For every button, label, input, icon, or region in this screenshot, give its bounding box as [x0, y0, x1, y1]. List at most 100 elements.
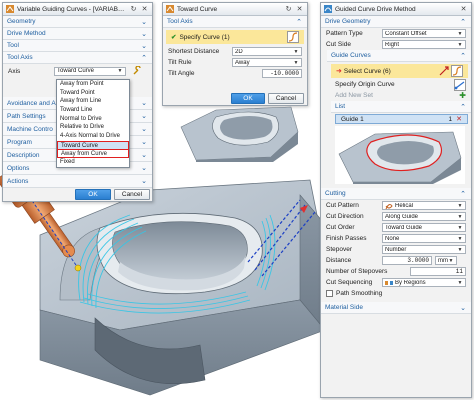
axis-option[interactable]: Away from Curve	[57, 149, 129, 159]
dialog-titlebar: Toward Curve ↻ ✕	[163, 3, 307, 16]
ok-button[interactable]: OK	[75, 189, 111, 200]
cutting-row-select[interactable]: Helical ▼	[382, 201, 466, 210]
reverse-direction-icon[interactable]	[439, 66, 449, 76]
helical-icon	[385, 203, 393, 209]
add-new-set-label: Add New Set	[335, 92, 373, 99]
add-new-set-row[interactable]: Add New Set ✚	[321, 90, 471, 101]
pattern-type-select[interactable]: Constant Offset ▼	[382, 29, 466, 38]
group-list[interactable]: List ⌃	[331, 101, 471, 113]
number-of-stepovers-input[interactable]: 11	[410, 267, 466, 276]
specify-origin-row[interactable]: Specify Origin Curve	[321, 78, 471, 91]
group-drive-geometry[interactable]: Drive Geometry ⌃	[321, 16, 471, 28]
dialog-titlebar: Variable Guiding Curves - [VARIABLE_... …	[3, 3, 152, 16]
curve-select-icon[interactable]	[287, 31, 299, 43]
group-geometry[interactable]: Geometry ⌄	[3, 16, 152, 28]
list-item-guide-1[interactable]: Guide 1 1 ✕	[335, 114, 468, 124]
dialog-title: Guided Curve Drive Method	[335, 5, 416, 13]
shortest-distance-select[interactable]: 2D ▼	[232, 47, 302, 56]
path-smoothing-row[interactable]: Path Smoothing	[321, 288, 471, 299]
dialog-titlebar: Guided Curve Drive Method ✕	[321, 3, 471, 16]
specify-curve-row[interactable]: ✔ Specify Curve (1)	[166, 30, 304, 44]
dropdown-arrow-icon: ▼	[117, 68, 123, 74]
axis-row: Axis Toward Curve ▼	[3, 64, 152, 78]
cutting-row-select[interactable]: Toward Guide ▼	[382, 223, 466, 232]
cutting-row: Cut Order Toward Guide ▼	[321, 222, 471, 233]
group-tool-axis[interactable]: Tool Axis ⌃	[3, 52, 152, 64]
close-icon[interactable]: ✕	[295, 5, 304, 14]
guided-curve-drive-method-dialog: Guided Curve Drive Method ✕ Drive Geomet…	[320, 2, 472, 398]
cutting-row-select[interactable]: Number ▼	[382, 245, 466, 254]
axis-option[interactable]: Toward Line	[57, 106, 129, 115]
cut-sequencing-select[interactable]: By Regions ▼	[382, 278, 466, 287]
cutting-row: Cut Direction Along Guide ▼	[321, 211, 471, 222]
cutting-row-label: Finish Passes	[326, 235, 367, 242]
distance-unit-select[interactable]: mm ▼	[435, 256, 457, 265]
select-curve-row[interactable]: ➜ Select Curve (6)	[331, 64, 468, 78]
axis-option[interactable]: Relative to Drive	[57, 123, 129, 132]
cut-side-select[interactable]: Right ▼	[382, 40, 466, 49]
chevron-down-icon: ⌄	[141, 30, 147, 38]
cutting-row: Finish Passes None ▼	[321, 233, 471, 244]
cancel-button[interactable]: Cancel	[114, 189, 150, 200]
axis-option[interactable]: Away from Line	[57, 97, 129, 106]
add-icon[interactable]: ✚	[459, 91, 466, 100]
remove-icon[interactable]: ✕	[456, 115, 462, 123]
axis-select[interactable]: Toward Curve ▼	[54, 66, 126, 76]
cutting-row: Cut Pattern Helical ▼	[321, 200, 471, 211]
axis-label: Axis	[8, 67, 21, 75]
close-icon[interactable]: ✕	[459, 5, 468, 14]
operation-icon	[166, 5, 174, 13]
group-drive-method[interactable]: Drive Method ⌄	[3, 28, 152, 40]
group-tool-axis[interactable]: Tool Axis ⌃	[163, 16, 307, 28]
axis-option[interactable]: Away from Point	[57, 80, 129, 89]
curve-select-icon[interactable]	[451, 65, 463, 77]
group-actions[interactable]: Actions ⌄	[3, 175, 152, 188]
axis-option[interactable]: 4-Axis Normal to Drive	[57, 132, 129, 141]
axis-option[interactable]: Toward Curve	[57, 140, 129, 150]
cut-side-row: Cut Side Right ▼	[321, 39, 471, 50]
chevron-down-icon: ⌄	[141, 42, 147, 50]
tilt-rule-row: Tilt Rule Away ▼	[163, 57, 307, 68]
path-smoothing-label: Path Smoothing	[336, 290, 383, 297]
operation-icon	[6, 5, 14, 13]
wrench-icon[interactable]	[132, 66, 142, 76]
chevron-up-icon: ⌃	[141, 54, 147, 62]
drive-method-icon	[324, 5, 332, 13]
dialog-title: Variable Guiding Curves - [VARIABLE_...	[17, 5, 127, 13]
check-icon: ✔	[171, 34, 177, 41]
specify-origin-label: Specify Origin Curve	[335, 81, 395, 88]
path-smoothing-checkbox[interactable]	[326, 290, 333, 297]
group-guide-curves[interactable]: Guide Curves ⌃	[327, 50, 471, 62]
tilt-rule-select[interactable]: Away ▼	[232, 58, 302, 67]
axis-option[interactable]: Toward Point	[57, 89, 129, 98]
origin-curve-icon[interactable]	[454, 78, 466, 91]
part-preview-small	[180, 106, 299, 162]
dialog-title: Toward Curve	[177, 5, 218, 13]
specify-curve-label: Specify Curve (1)	[179, 33, 230, 41]
reset-icon[interactable]: ↻	[284, 5, 293, 14]
cutting-row-label: Stepover	[326, 246, 353, 253]
cut-sequencing-row: Cut Sequencing By Regions ▼	[321, 277, 471, 288]
toward-curve-dialog: Toward Curve ↻ ✕ Tool Axis ⌃ ✔ Specify Cu…	[162, 2, 308, 106]
group-cutting[interactable]: Cutting ⌃	[321, 188, 471, 200]
select-curve-label: Select Curve (6)	[343, 67, 391, 75]
tilt-angle-input[interactable]: -10.0000	[262, 69, 302, 78]
tilt-angle-label: Tilt Angle	[168, 70, 195, 77]
regions-icon	[385, 280, 393, 285]
guide-curve-preview	[335, 126, 465, 184]
group-material-side[interactable]: Material Side ⌄	[321, 302, 471, 314]
number-of-stepovers-row: Number of Stepovers 11	[321, 266, 471, 277]
cutting-row-label: Cut Pattern	[326, 202, 359, 209]
distance-input[interactable]: 3.0000	[382, 256, 432, 265]
cutting-row-select[interactable]: None ▼	[382, 234, 466, 243]
pattern-type-row: Pattern Type Constant Offset ▼	[321, 28, 471, 39]
chevron-up-icon: ⌃	[296, 18, 302, 26]
reset-icon[interactable]: ↻	[129, 5, 138, 14]
tilt-angle-row: Tilt Angle -10.0000	[163, 68, 307, 79]
dialog-buttons: OK Cancel	[75, 189, 150, 200]
axis-option[interactable]: Normal to Drive	[57, 115, 129, 124]
cutting-row-select[interactable]: Along Guide ▼	[382, 212, 466, 221]
axis-option[interactable]: Fixed	[57, 158, 129, 167]
group-tool[interactable]: Tool ⌄	[3, 40, 152, 52]
close-icon[interactable]: ✕	[140, 5, 149, 14]
